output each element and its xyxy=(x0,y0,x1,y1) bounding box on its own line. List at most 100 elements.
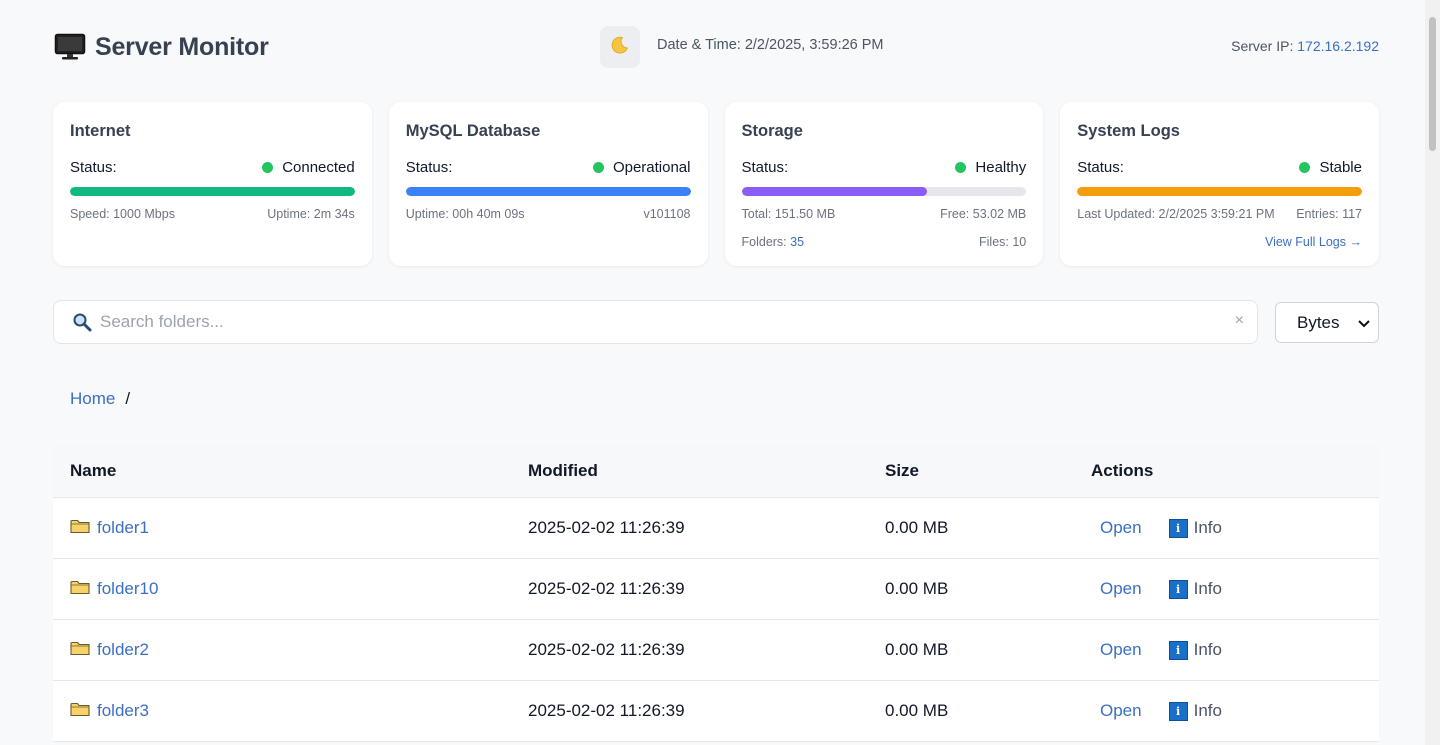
progress-bar xyxy=(70,187,355,196)
modified-cell: 2025-02-02 11:26:39 xyxy=(528,640,685,659)
info-label: Info xyxy=(1193,518,1222,537)
files-text: Files: 10 xyxy=(979,235,1027,249)
folder-name-link[interactable]: folder2 xyxy=(97,640,149,660)
version-text: v101108 xyxy=(643,207,691,221)
header-name[interactable]: Name xyxy=(53,461,511,481)
folder-name-link[interactable]: folder10 xyxy=(97,579,158,599)
card-title: MySQL Database xyxy=(405,122,541,140)
view-full-logs-link[interactable]: View Full Logs → xyxy=(1265,235,1362,249)
modified-cell: 2025-02-02 11:26:39 xyxy=(528,518,685,537)
status-label: Status: xyxy=(1077,159,1124,176)
status-value: Stable xyxy=(1319,159,1362,176)
header: Server Monitor Date & Time: 2/2/2025, 3:… xyxy=(53,0,1379,95)
unit-select[interactable]: Bytes xyxy=(1275,302,1379,343)
status-dot-icon xyxy=(955,162,967,173)
folders-label: Folders: xyxy=(741,235,787,249)
open-button[interactable]: Open xyxy=(1100,701,1142,721)
meta-row: Total: 151.50 MB Free: 53.02 MB xyxy=(742,207,1027,221)
info-button[interactable]: i Info xyxy=(1168,640,1222,660)
table-row: folder3 2025-02-02 11:26:39 0.00 MB Open i In… xyxy=(53,681,1379,742)
open-button[interactable]: Open xyxy=(1100,579,1142,599)
meta-row: Folders: 35 Files: 10 xyxy=(742,235,1027,249)
scrollbar[interactable] xyxy=(1425,0,1440,745)
open-button[interactable]: Open xyxy=(1100,640,1142,660)
folder-name-link[interactable]: folder3 xyxy=(97,701,149,721)
info-button[interactable]: i Info xyxy=(1168,701,1222,721)
info-label: Info xyxy=(1193,640,1222,659)
status-indicator: Healthy xyxy=(955,159,1026,176)
info-button[interactable]: i Info xyxy=(1168,518,1222,538)
progress-bar xyxy=(405,187,691,196)
actions-cell: Open i Info xyxy=(1072,518,1222,538)
folder-icon xyxy=(70,579,90,600)
folder-table: Name Modified Size Actions folder1 2025-0… xyxy=(53,444,1379,742)
folders-count-link[interactable]: 35 xyxy=(790,235,804,249)
entries-text: Entries: 117 xyxy=(1296,207,1362,221)
progress-fill xyxy=(1077,187,1362,196)
status-value: Connected xyxy=(282,159,355,176)
folders-text: Folders: 35 xyxy=(742,235,805,249)
actions-cell: Open i Info xyxy=(1072,701,1222,721)
server-ip-display: Server IP: 172.16.2.192 xyxy=(1231,38,1379,54)
storage-card: Storage Status: Healthy Total: 151.50 MB… xyxy=(724,102,1044,266)
name-cell: folder1 xyxy=(53,518,511,539)
meta-row: Uptime: 00h 40m 09s v101108 xyxy=(406,207,691,221)
search-input[interactable] xyxy=(100,312,1200,332)
info-icon: i xyxy=(1168,701,1188,721)
server-ip-value[interactable]: 172.16.2.192 xyxy=(1297,38,1379,54)
status-dot-icon xyxy=(592,162,604,173)
uptime-text: Uptime: 00h 40m 09s xyxy=(405,207,525,221)
total-text: Total: 151.50 MB xyxy=(741,207,836,221)
datetime-value: 2/2/2025, 3:59:26 PM xyxy=(744,37,884,53)
header-size[interactable]: Size xyxy=(869,461,1072,481)
status-row: Status: Healthy xyxy=(742,159,1027,176)
status-dot-icon xyxy=(1299,162,1311,173)
internet-card: Internet Status: Connected Speed: 1000 M… xyxy=(53,102,372,266)
status-row: Status: Stable xyxy=(1077,159,1362,176)
info-label: Info xyxy=(1193,579,1222,598)
folder-icon xyxy=(70,518,90,539)
status-indicator: Stable xyxy=(1299,159,1362,176)
mysql-card: MySQL Database Status: Operational Uptim… xyxy=(388,102,708,266)
table-row: folder1 2025-02-02 11:26:39 0.00 MB Open i In… xyxy=(53,498,1379,559)
folder-icon xyxy=(70,701,90,722)
status-row: Status: Connected xyxy=(70,159,355,176)
info-button[interactable]: i Info xyxy=(1168,579,1222,599)
status-label: Status: xyxy=(405,159,453,176)
actions-cell: Open i Info xyxy=(1072,579,1222,599)
name-cell: folder10 xyxy=(53,579,511,600)
status-indicator: Operational xyxy=(592,159,691,176)
status-label: Status: xyxy=(70,159,117,176)
progress-fill xyxy=(70,187,355,196)
header-modified[interactable]: Modified xyxy=(511,461,869,481)
open-button[interactable]: Open xyxy=(1100,518,1142,538)
clear-search-button[interactable]: × xyxy=(1235,312,1244,330)
size-cell: 0.00 MB xyxy=(885,579,949,598)
app-title: Server Monitor xyxy=(95,32,269,61)
info-icon: i xyxy=(1168,579,1188,599)
theme-toggle-button[interactable] xyxy=(600,26,640,68)
modified-cell: 2025-02-02 11:26:39 xyxy=(528,579,685,598)
size-cell: 0.00 MB xyxy=(885,640,949,659)
breadcrumb-home-link[interactable]: Home xyxy=(70,389,115,409)
progress-bar xyxy=(1077,187,1362,196)
dashboard-page: Server Monitor Date & Time: 2/2/2025, 3:… xyxy=(53,0,1379,742)
last-updated-text: Last Updated: 2/2/2025 3:59:21 PM xyxy=(1077,207,1275,221)
breadcrumb: Home / xyxy=(70,389,130,409)
free-text: Free: 53.02 MB xyxy=(940,207,1027,221)
unit-select-value: Bytes xyxy=(1297,312,1340,332)
name-cell: folder3 xyxy=(53,701,511,722)
info-label: Info xyxy=(1193,701,1222,720)
meta-row: Last Updated: 2/2/2025 3:59:21 PM Entrie… xyxy=(1077,207,1362,221)
search-bar: × xyxy=(53,300,1258,344)
scrollbar-thumb[interactable] xyxy=(1429,17,1436,151)
search-icon xyxy=(72,312,94,332)
table-row: folder2 2025-02-02 11:26:39 0.00 MB Open i In… xyxy=(53,620,1379,681)
moon-icon xyxy=(610,35,630,60)
status-indicator: Connected xyxy=(262,159,355,176)
size-cell: 0.00 MB xyxy=(885,701,949,720)
info-icon: i xyxy=(1168,518,1188,538)
folder-name-link[interactable]: folder1 xyxy=(97,518,149,538)
server-ip-label: Server IP: xyxy=(1231,38,1294,54)
status-cards: Internet Status: Connected Speed: 1000 M… xyxy=(53,102,1379,266)
